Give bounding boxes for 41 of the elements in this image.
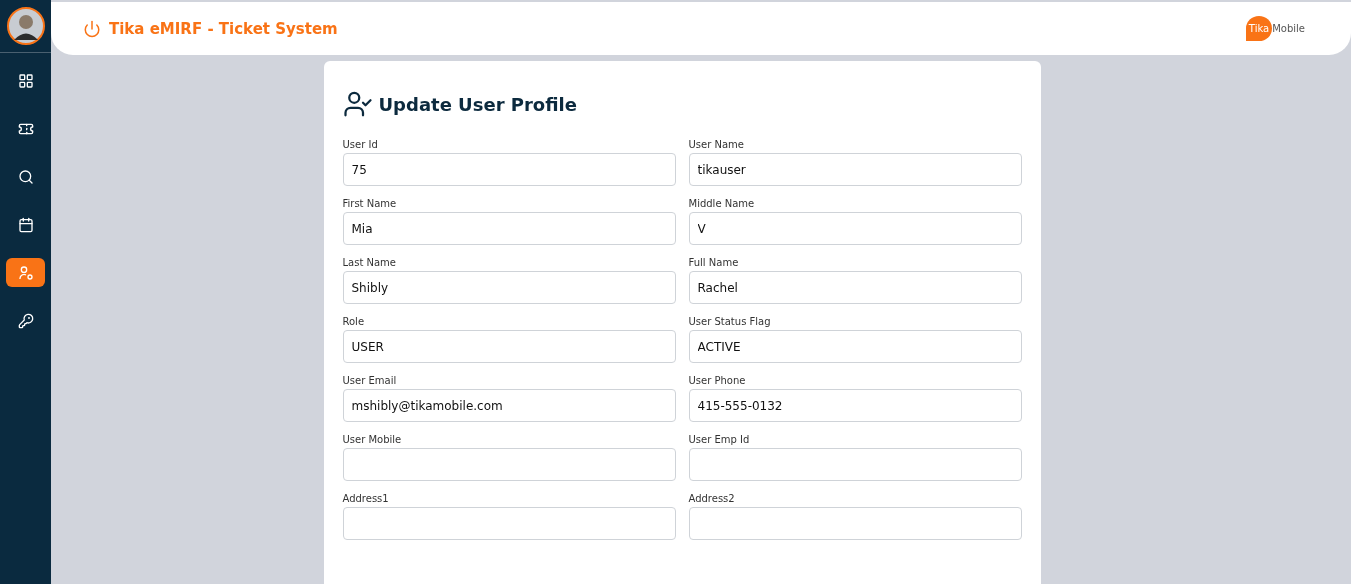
search-icon: [17, 168, 34, 185]
field-label: User Mobile: [342, 434, 403, 445]
input-field[interactable]: tikauser: [688, 153, 1022, 186]
input-field[interactable]: ACTIVE: [688, 330, 1022, 363]
field-label: Full Name: [688, 257, 740, 268]
input-field[interactable]: Shibly: [342, 271, 676, 304]
input-field[interactable]: 415-555-0132: [688, 389, 1022, 422]
field-label: Last Name: [342, 257, 397, 268]
logo-mark: Tika: [1245, 16, 1273, 41]
app-title: Tika eMIRF - Ticket System: [109, 19, 338, 38]
input-field[interactable]: [342, 507, 676, 540]
input-field[interactable]: [688, 448, 1022, 481]
power-icon[interactable]: [83, 19, 101, 38]
input-field[interactable]: [342, 448, 676, 481]
field-label: User Email: [342, 375, 398, 386]
field-label: User Name: [688, 139, 745, 150]
user-settings-icon: [17, 264, 34, 281]
input-field[interactable]: [688, 507, 1022, 540]
field-label: User Status Flag: [688, 316, 772, 327]
form-title: Update User Profile: [378, 93, 577, 115]
input-field[interactable]: USER: [342, 330, 676, 363]
field-label: Role: [342, 316, 366, 327]
dashboard-icon: [17, 72, 34, 89]
input-field[interactable]: Rachel: [688, 271, 1022, 304]
nav-button[interactable]: [6, 258, 45, 287]
field-label: Address1: [342, 493, 390, 504]
field-label: User Id: [342, 139, 379, 150]
field-label: Address2: [688, 493, 736, 504]
calendar-icon: [17, 216, 34, 233]
field-label: Middle Name: [688, 198, 756, 209]
logo-word: Mobile: [1272, 23, 1305, 34]
field-label: User Emp Id: [688, 434, 751, 445]
avatar[interactable]: [6, 7, 45, 45]
key-icon: [17, 312, 34, 329]
input-field[interactable]: mshibly@tikamobile.com: [342, 389, 676, 422]
input-field[interactable]: V: [688, 212, 1022, 245]
input-field[interactable]: 75: [342, 153, 676, 186]
user-check-icon: [342, 89, 373, 119]
input-field[interactable]: Mia: [342, 212, 676, 245]
field-label: First Name: [342, 198, 398, 209]
field-label: User Phone: [688, 375, 747, 386]
